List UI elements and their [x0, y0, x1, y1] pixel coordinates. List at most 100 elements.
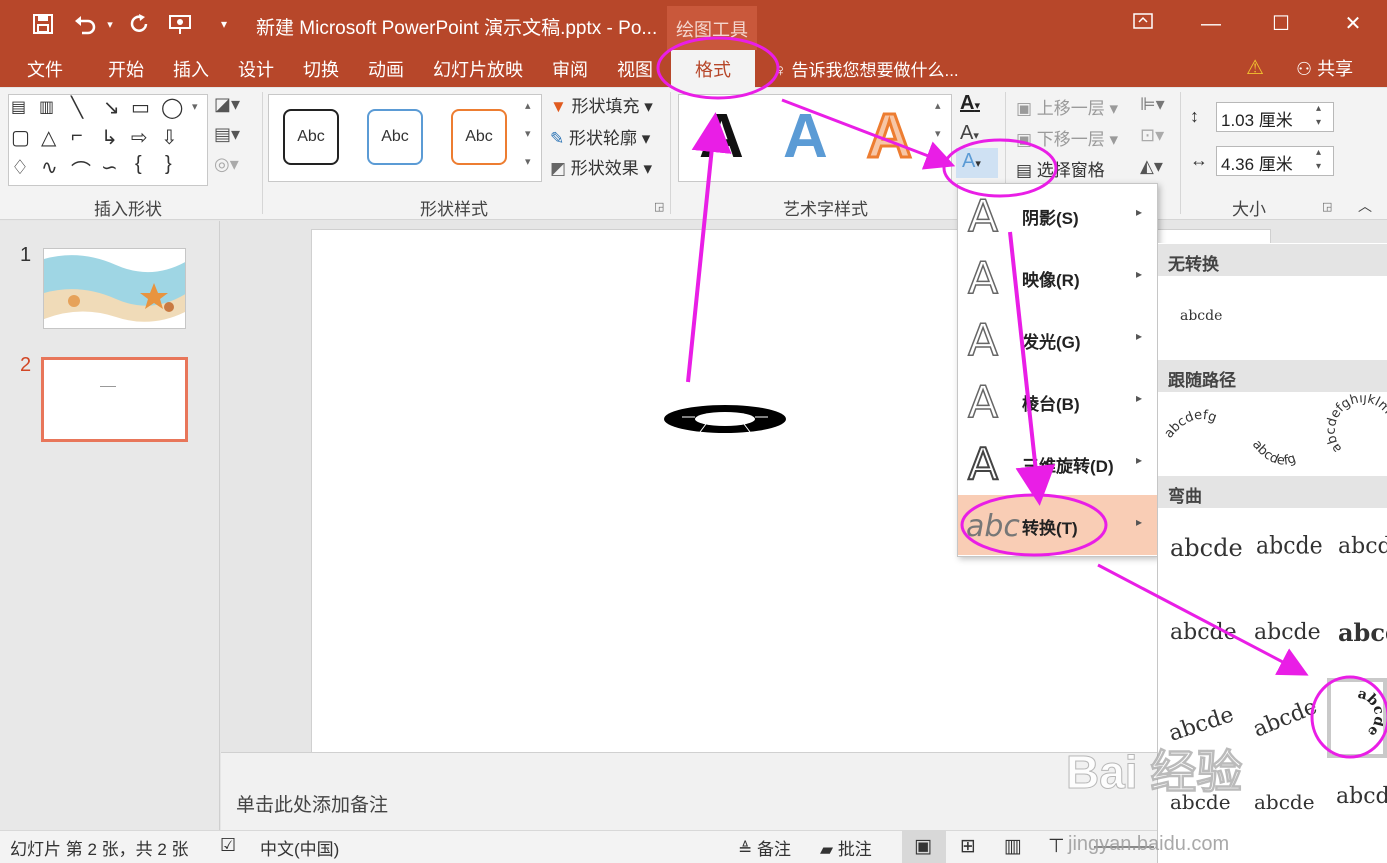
undo-dropdown-icon[interactable]: ▾: [102, 8, 118, 40]
slide-sorter-icon[interactable]: ⊞: [960, 835, 976, 858]
right-arrow-shape-icon[interactable]: ⇨: [131, 125, 148, 150]
menu-item-3d-rotation[interactable]: A 三维旋转(D) ▸: [958, 433, 1157, 493]
vertical-textbox-shape-icon[interactable]: ▥: [39, 97, 54, 117]
slide-thumbnail[interactable]: [43, 248, 186, 329]
customize-qat-icon[interactable]: ▾: [214, 8, 234, 40]
normal-view-icon[interactable]: ▣: [914, 835, 932, 858]
tab-view[interactable]: 视图: [617, 56, 653, 82]
notes-toggle-button[interactable]: ≜ 备注: [738, 835, 791, 860]
align-icon[interactable]: ⊫▾: [1140, 94, 1165, 115]
tab-design[interactable]: 设计: [238, 56, 274, 82]
share-button[interactable]: ⚇ 共享: [1296, 55, 1353, 81]
merge-shapes-icon[interactable]: ◎▾: [214, 154, 239, 175]
wordart-scroll-up-icon[interactable]: ▴: [935, 99, 941, 112]
text-effects-icon[interactable]: A▾: [956, 148, 998, 178]
tab-file[interactable]: 文件: [27, 56, 63, 82]
ribbon-display-icon[interactable]: [1120, 8, 1166, 40]
shapes-scroll-down-icon[interactable]: ▾: [192, 100, 198, 113]
textbox-shape-icon[interactable]: ▤: [11, 97, 26, 117]
close-icon[interactable]: ✕: [1330, 8, 1376, 40]
arc-shape-icon[interactable]: ⌒: [71, 155, 91, 184]
wordart-style-black[interactable]: A: [699, 101, 744, 172]
menu-item-glow[interactable]: A 发光(G) ▸: [958, 309, 1157, 369]
redo-icon[interactable]: [124, 8, 154, 40]
rotate-icon[interactable]: ◭▾: [1140, 156, 1163, 177]
arrow-line-shape-icon[interactable]: ↘: [103, 95, 120, 120]
elbow-connector-shape-icon[interactable]: ⌐: [71, 125, 83, 148]
tab-format[interactable]: 格式: [671, 50, 755, 88]
wordart-ring-shape[interactable]: [662, 402, 788, 436]
warp-option-chevron-down[interactable]: abcde: [1254, 620, 1321, 645]
down-arrow-shape-icon[interactable]: ⇩: [161, 125, 178, 150]
text-outline-icon[interactable]: A▾: [960, 122, 979, 145]
slideshow-view-icon[interactable]: ⊤: [1048, 835, 1065, 858]
tab-review[interactable]: 审阅: [552, 56, 588, 82]
warp-option-chevron-up[interactable]: abcde: [1170, 620, 1237, 645]
shape-style-black[interactable]: Abc: [283, 109, 339, 165]
warp-option-inflate[interactable]: abcde: [1336, 784, 1387, 809]
shapes-gallery[interactable]: ▤ ▥ ╲ ↘ ▭ ◯ ▢ △ ⌐ ↳ ⇨ ⇩ ♢ ∿ ⌒ ∽ { }: [8, 94, 208, 186]
presentation-icon[interactable]: [166, 8, 196, 40]
triangle-shape-icon[interactable]: △: [41, 125, 56, 150]
maximize-icon[interactable]: ☐: [1258, 8, 1304, 40]
warp-option-triangle-down[interactable]: abcde: [1338, 534, 1387, 559]
size-launcher-icon[interactable]: ◲: [1322, 200, 1332, 213]
comments-toggle-button[interactable]: ▰ 批注: [820, 835, 872, 860]
slide-thumbnail-selected[interactable]: [41, 357, 188, 442]
warp-option-wave-2[interactable]: abcde: [1254, 790, 1315, 814]
wordart-styles-gallery[interactable]: A A A ▴ ▾ ▾: [678, 94, 952, 182]
styles-more-icon[interactable]: ▾: [525, 155, 531, 168]
warp-option-square[interactable]: abcde: [1170, 534, 1243, 562]
elbow-arrow-shape-icon[interactable]: ↳: [101, 125, 118, 150]
left-brace-shape-icon[interactable]: {: [135, 153, 142, 176]
edit-shape-icon[interactable]: ◪▾: [214, 94, 240, 115]
oval-shape-icon[interactable]: ◯: [161, 95, 183, 120]
text-box-icon[interactable]: ▤▾: [214, 124, 240, 145]
wordart-style-orange[interactable]: A: [866, 101, 914, 173]
warp-option-ring-inside[interactable]: abcde: [1338, 618, 1387, 647]
warp-option-circle-selected[interactable]: abcde: [1327, 678, 1387, 758]
transform-none-option[interactable]: abcde: [1180, 308, 1222, 324]
reading-view-icon[interactable]: ▥: [1004, 835, 1022, 858]
scribble-shape-icon[interactable]: ∿: [41, 155, 58, 180]
spelling-check-icon[interactable]: ☑: [220, 835, 236, 856]
wordart-more-icon[interactable]: ▾: [935, 155, 941, 168]
tell-me-search[interactable]: ♀ 告诉我您想要做什么...: [774, 56, 959, 81]
warning-icon[interactable]: ⚠: [1246, 55, 1264, 80]
shape-style-orange[interactable]: Abc: [451, 109, 507, 165]
rounded-rect-shape-icon[interactable]: ▢: [11, 125, 30, 150]
height-spinner-icon[interactable]: ▴ ▾: [1316, 102, 1321, 130]
bring-forward-button[interactable]: ▣ 上移一层 ▾: [1016, 94, 1118, 119]
menu-item-reflection[interactable]: A 映像(R) ▸: [958, 247, 1157, 307]
shape-effects-button[interactable]: ◩ 形状效果 ▾: [550, 154, 652, 179]
freeform-shape-icon[interactable]: ♢: [11, 155, 29, 180]
tab-insert[interactable]: 插入: [173, 56, 209, 82]
tab-home[interactable]: 开始: [108, 56, 144, 82]
follow-path-options[interactable]: abcdefg abcdefg abcdefghijklm: [1160, 394, 1387, 474]
selection-pane-button[interactable]: ▤ 选择窗格: [1016, 156, 1105, 181]
wordart-scroll-down-icon[interactable]: ▾: [935, 127, 941, 140]
tab-slideshow[interactable]: 幻灯片放映: [433, 56, 523, 82]
line-shape-icon[interactable]: ╲: [71, 95, 83, 120]
menu-item-transform[interactable]: abc 转换(T) ▸: [958, 495, 1157, 555]
text-fill-icon[interactable]: A▾: [960, 92, 980, 115]
collapse-ribbon-icon[interactable]: ︿: [1358, 196, 1372, 216]
minimize-icon[interactable]: —: [1188, 8, 1234, 40]
menu-item-shadow[interactable]: A 阴影(S) ▸: [958, 185, 1157, 245]
rectangle-shape-icon[interactable]: ▭: [131, 95, 150, 120]
menu-item-bevel[interactable]: A 棱台(B) ▸: [958, 371, 1157, 431]
shape-styles-gallery[interactable]: Abc Abc Abc ▴ ▾ ▾: [268, 94, 542, 182]
styles-scroll-down-icon[interactable]: ▾: [525, 127, 531, 140]
tab-transitions[interactable]: 切换: [303, 56, 339, 82]
shape-styles-launcher-icon[interactable]: ◲: [654, 200, 664, 213]
wordart-style-blue[interactable]: A: [783, 101, 828, 172]
language-status[interactable]: 中文(中国): [260, 835, 339, 860]
shape-outline-button[interactable]: ✎ 形状轮廓 ▾: [550, 124, 650, 149]
width-spinner-icon[interactable]: ▴ ▾: [1316, 146, 1321, 174]
styles-scroll-up-icon[interactable]: ▴: [525, 99, 531, 112]
warp-option-triangle-up[interactable]: abcde: [1256, 533, 1323, 561]
curve-shape-icon[interactable]: ∽: [101, 155, 118, 180]
save-icon[interactable]: [28, 8, 58, 40]
tab-animations[interactable]: 动画: [368, 56, 404, 82]
send-backward-button[interactable]: ▣ 下移一层 ▾: [1016, 125, 1118, 150]
